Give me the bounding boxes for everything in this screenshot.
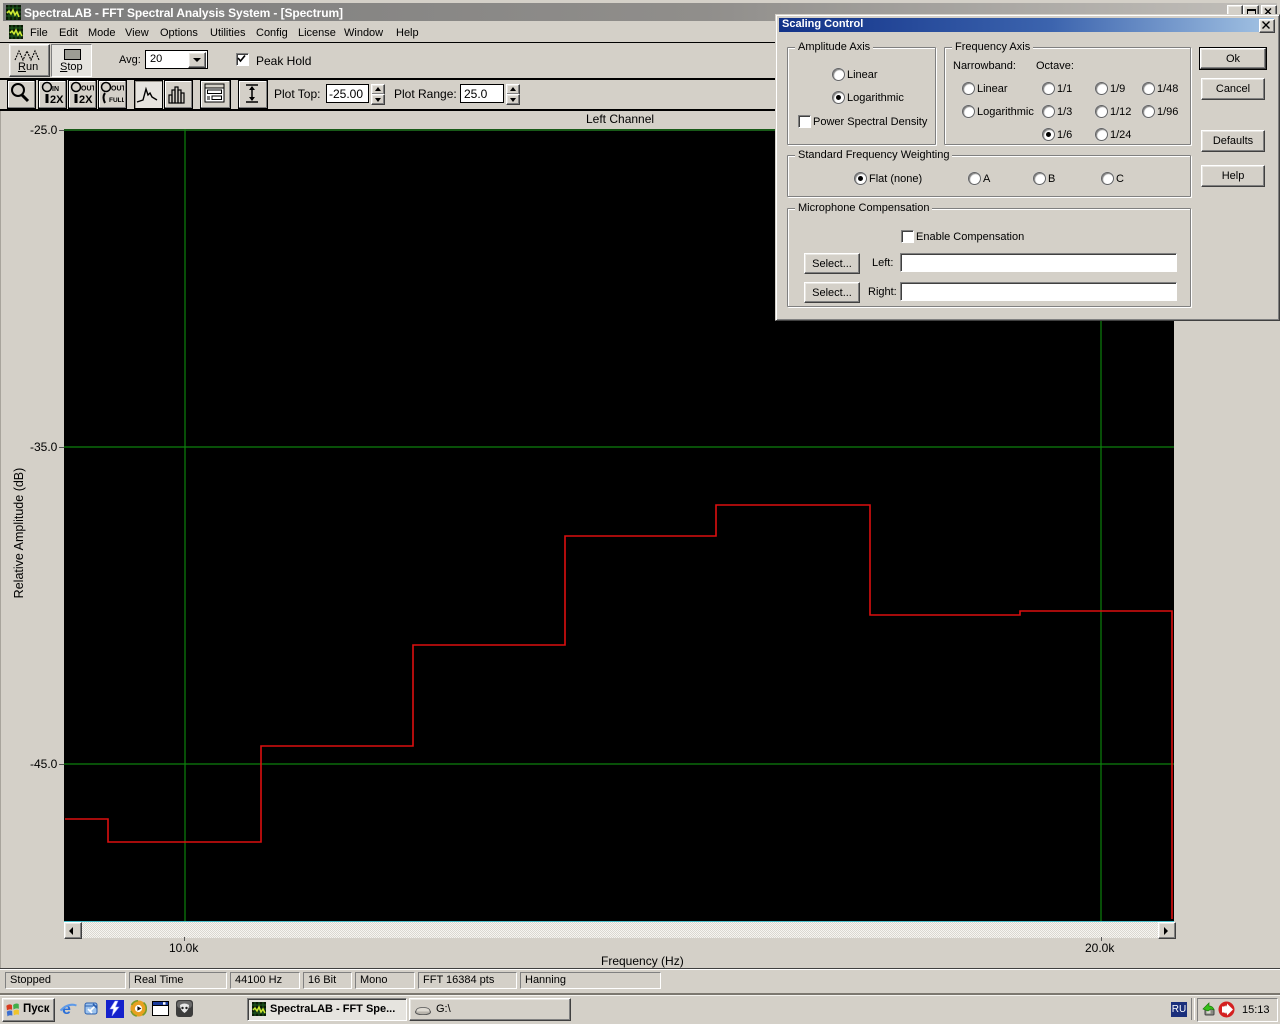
- svg-text:OUT: OUT: [111, 86, 124, 93]
- svg-text:OUT: OUT: [81, 86, 94, 93]
- svg-text:FULL: FULL: [109, 97, 124, 104]
- svg-text:2X: 2X: [50, 94, 64, 106]
- svg-text:2X: 2X: [79, 94, 93, 106]
- svg-text:IN: IN: [52, 86, 59, 93]
